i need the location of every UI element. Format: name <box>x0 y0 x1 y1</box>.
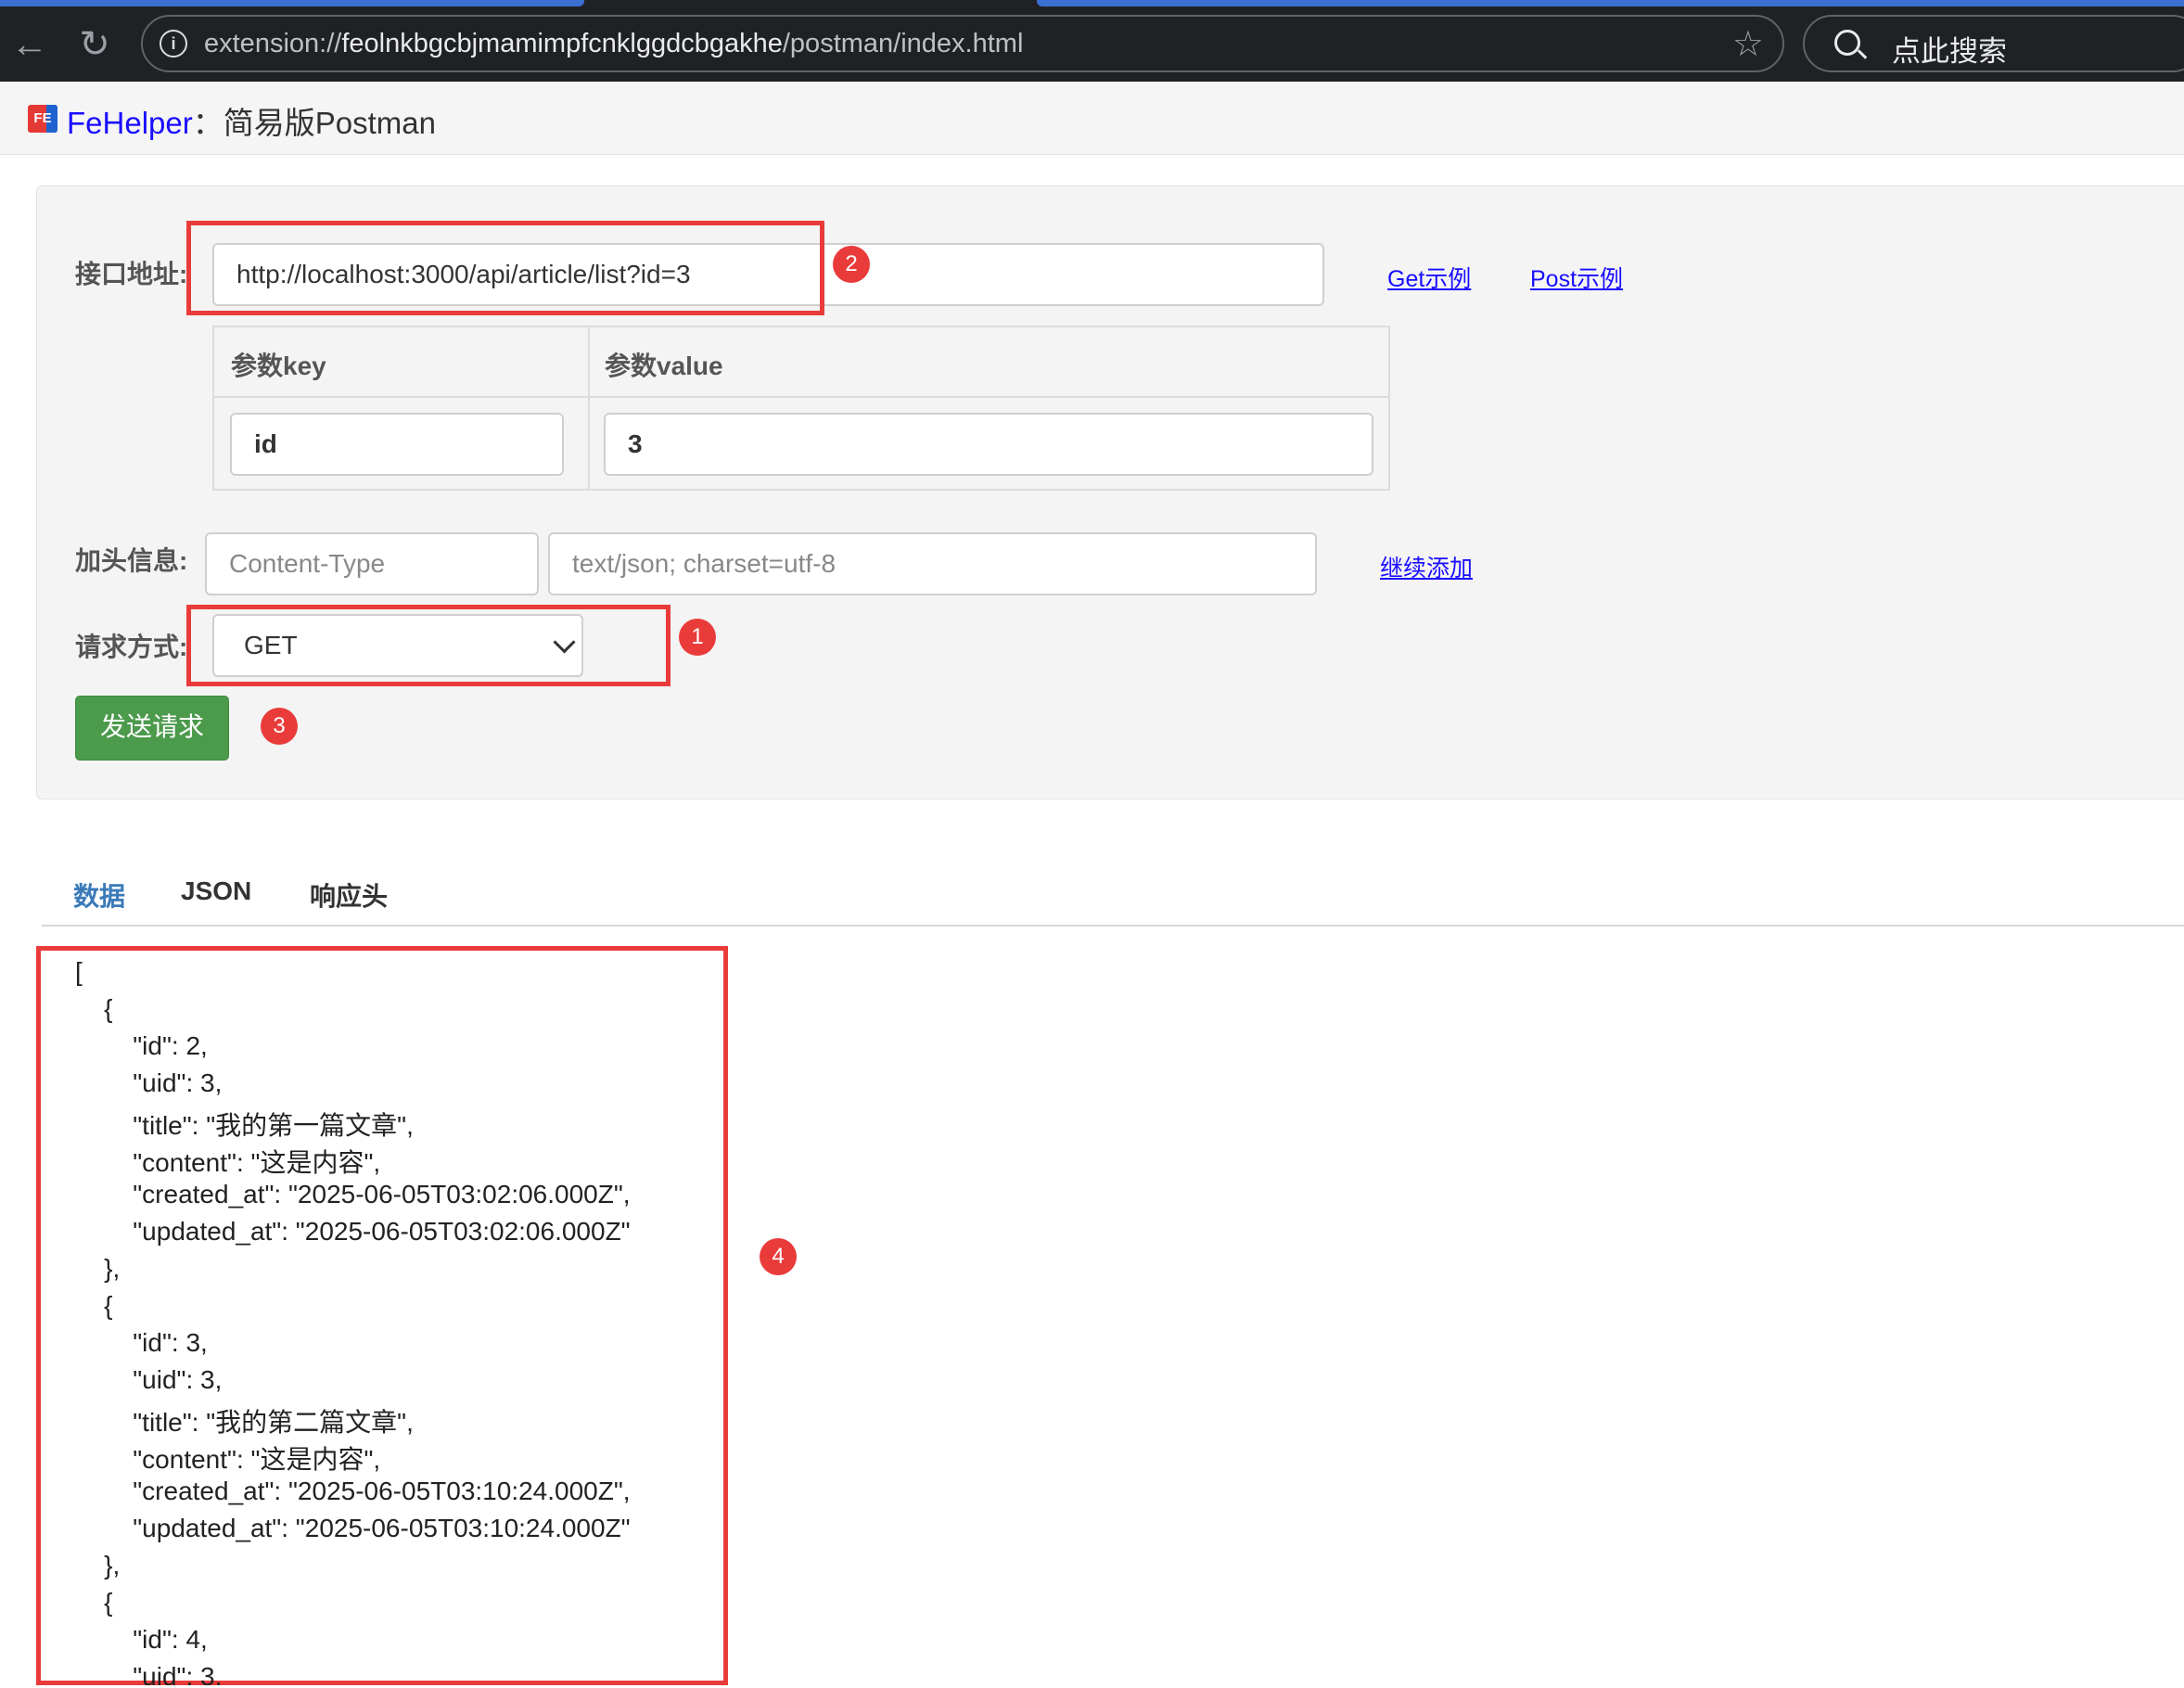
param-key-header: 参数key <box>231 352 326 380</box>
json-line: "id": 2, <box>75 1031 208 1060</box>
param-value-header: 参数value <box>605 352 723 380</box>
json-line: "title": "我的第一篇文章", <box>75 1111 414 1140</box>
params-table: 参数key 参数value id 3 <box>212 326 1390 491</box>
search-icon <box>1834 30 1860 56</box>
annotation-box-method <box>186 605 671 686</box>
json-line: { <box>75 1588 113 1617</box>
search-placeholder: 点此搜索 <box>1892 35 2007 68</box>
json-line: "updated_at": "2025-06-05T03:10:24.000Z" <box>75 1514 631 1542</box>
column-divider <box>588 327 590 489</box>
json-line: "id": 3, <box>75 1328 208 1357</box>
annotation-box-url <box>186 221 824 315</box>
param-value-input[interactable]: 3 <box>604 413 1373 476</box>
get-example-link[interactable]: Get示例 <box>1387 261 1471 294</box>
json-line: "created_at": "2025-06-05T03:10:24.000Z"… <box>75 1477 631 1505</box>
header-key-input[interactable]: Content-Type <box>205 532 539 595</box>
brand-link[interactable]: FeHelper <box>67 106 193 140</box>
json-line: "uid": 3, <box>75 1662 223 1685</box>
json-line: { <box>75 994 113 1023</box>
reload-icon[interactable]: ↻ <box>74 24 115 65</box>
header-value-input[interactable]: text/json; charset=utf-8 <box>548 532 1317 595</box>
post-example-link[interactable]: Post示例 <box>1530 261 1623 294</box>
browser-tab-indicator[interactable] <box>0 0 584 6</box>
json-line: "content": "这是内容", <box>75 1445 381 1474</box>
back-arrow-icon[interactable]: ← <box>9 24 50 65</box>
json-line: }, <box>75 1551 121 1579</box>
address-url: extension://feolnkbgcbjmamimpfcnklggdcbg… <box>204 29 1024 58</box>
json-line: { <box>75 1291 113 1320</box>
fehelper-logo-icon: FE <box>28 105 57 133</box>
tab-response-headers[interactable]: 响应头 <box>310 876 388 914</box>
address-bar[interactable]: i extension://feolnkbgcbjmamimpfcnklggdc… <box>141 15 1784 72</box>
add-header-link[interactable]: 继续添加 <box>1380 550 1473 583</box>
url-label: 接口地址: <box>75 260 188 288</box>
json-line: "uid": 3, <box>75 1068 223 1097</box>
json-line: "uid": 3, <box>75 1365 223 1394</box>
app-header: FE FeHelper：简易版Postman <box>0 82 2184 155</box>
browser-tab-indicator[interactable] <box>1037 0 2184 6</box>
tab-data[interactable]: 数据 <box>73 876 125 914</box>
json-line: [ <box>75 957 83 986</box>
json-line: "updated_at": "2025-06-05T03:02:06.000Z" <box>75 1217 631 1246</box>
tab-json[interactable]: JSON <box>181 876 251 906</box>
method-label: 请求方式: <box>75 633 188 661</box>
header-label: 加头信息: <box>75 546 188 575</box>
json-line: "content": "这是内容", <box>75 1148 381 1177</box>
json-line: }, <box>75 1254 121 1283</box>
browser-toolbar: ← ↻ i extension://feolnkbgcbjmamimpfcnkl… <box>0 0 2184 82</box>
annotation-badge-4: 4 <box>760 1238 797 1275</box>
send-request-button[interactable]: 发送请求 <box>75 696 229 761</box>
annotation-badge-2: 2 <box>833 246 870 283</box>
bookmark-star-icon[interactable]: ☆ <box>1732 24 1764 65</box>
annotation-badge-3: 3 <box>261 708 298 745</box>
json-line: "id": 4, <box>75 1625 208 1654</box>
param-key-input[interactable]: id <box>230 413 564 476</box>
page-title: FeHelper：简易版Postman <box>67 106 436 140</box>
response-output: [ { "id": 2, "uid": 3, "title": "我的第一篇文章… <box>37 948 725 1685</box>
browser-search-box[interactable]: 点此搜索 <box>1803 15 2184 72</box>
params-header-row <box>214 327 1388 398</box>
json-line: "title": "我的第二篇文章", <box>75 1408 414 1437</box>
annotation-badge-1: 1 <box>679 619 716 656</box>
info-icon[interactable]: i <box>160 30 187 58</box>
response-tabs: 数据 JSON 响应头 <box>42 867 2184 927</box>
json-line: "created_at": "2025-06-05T03:02:06.000Z"… <box>75 1180 631 1208</box>
